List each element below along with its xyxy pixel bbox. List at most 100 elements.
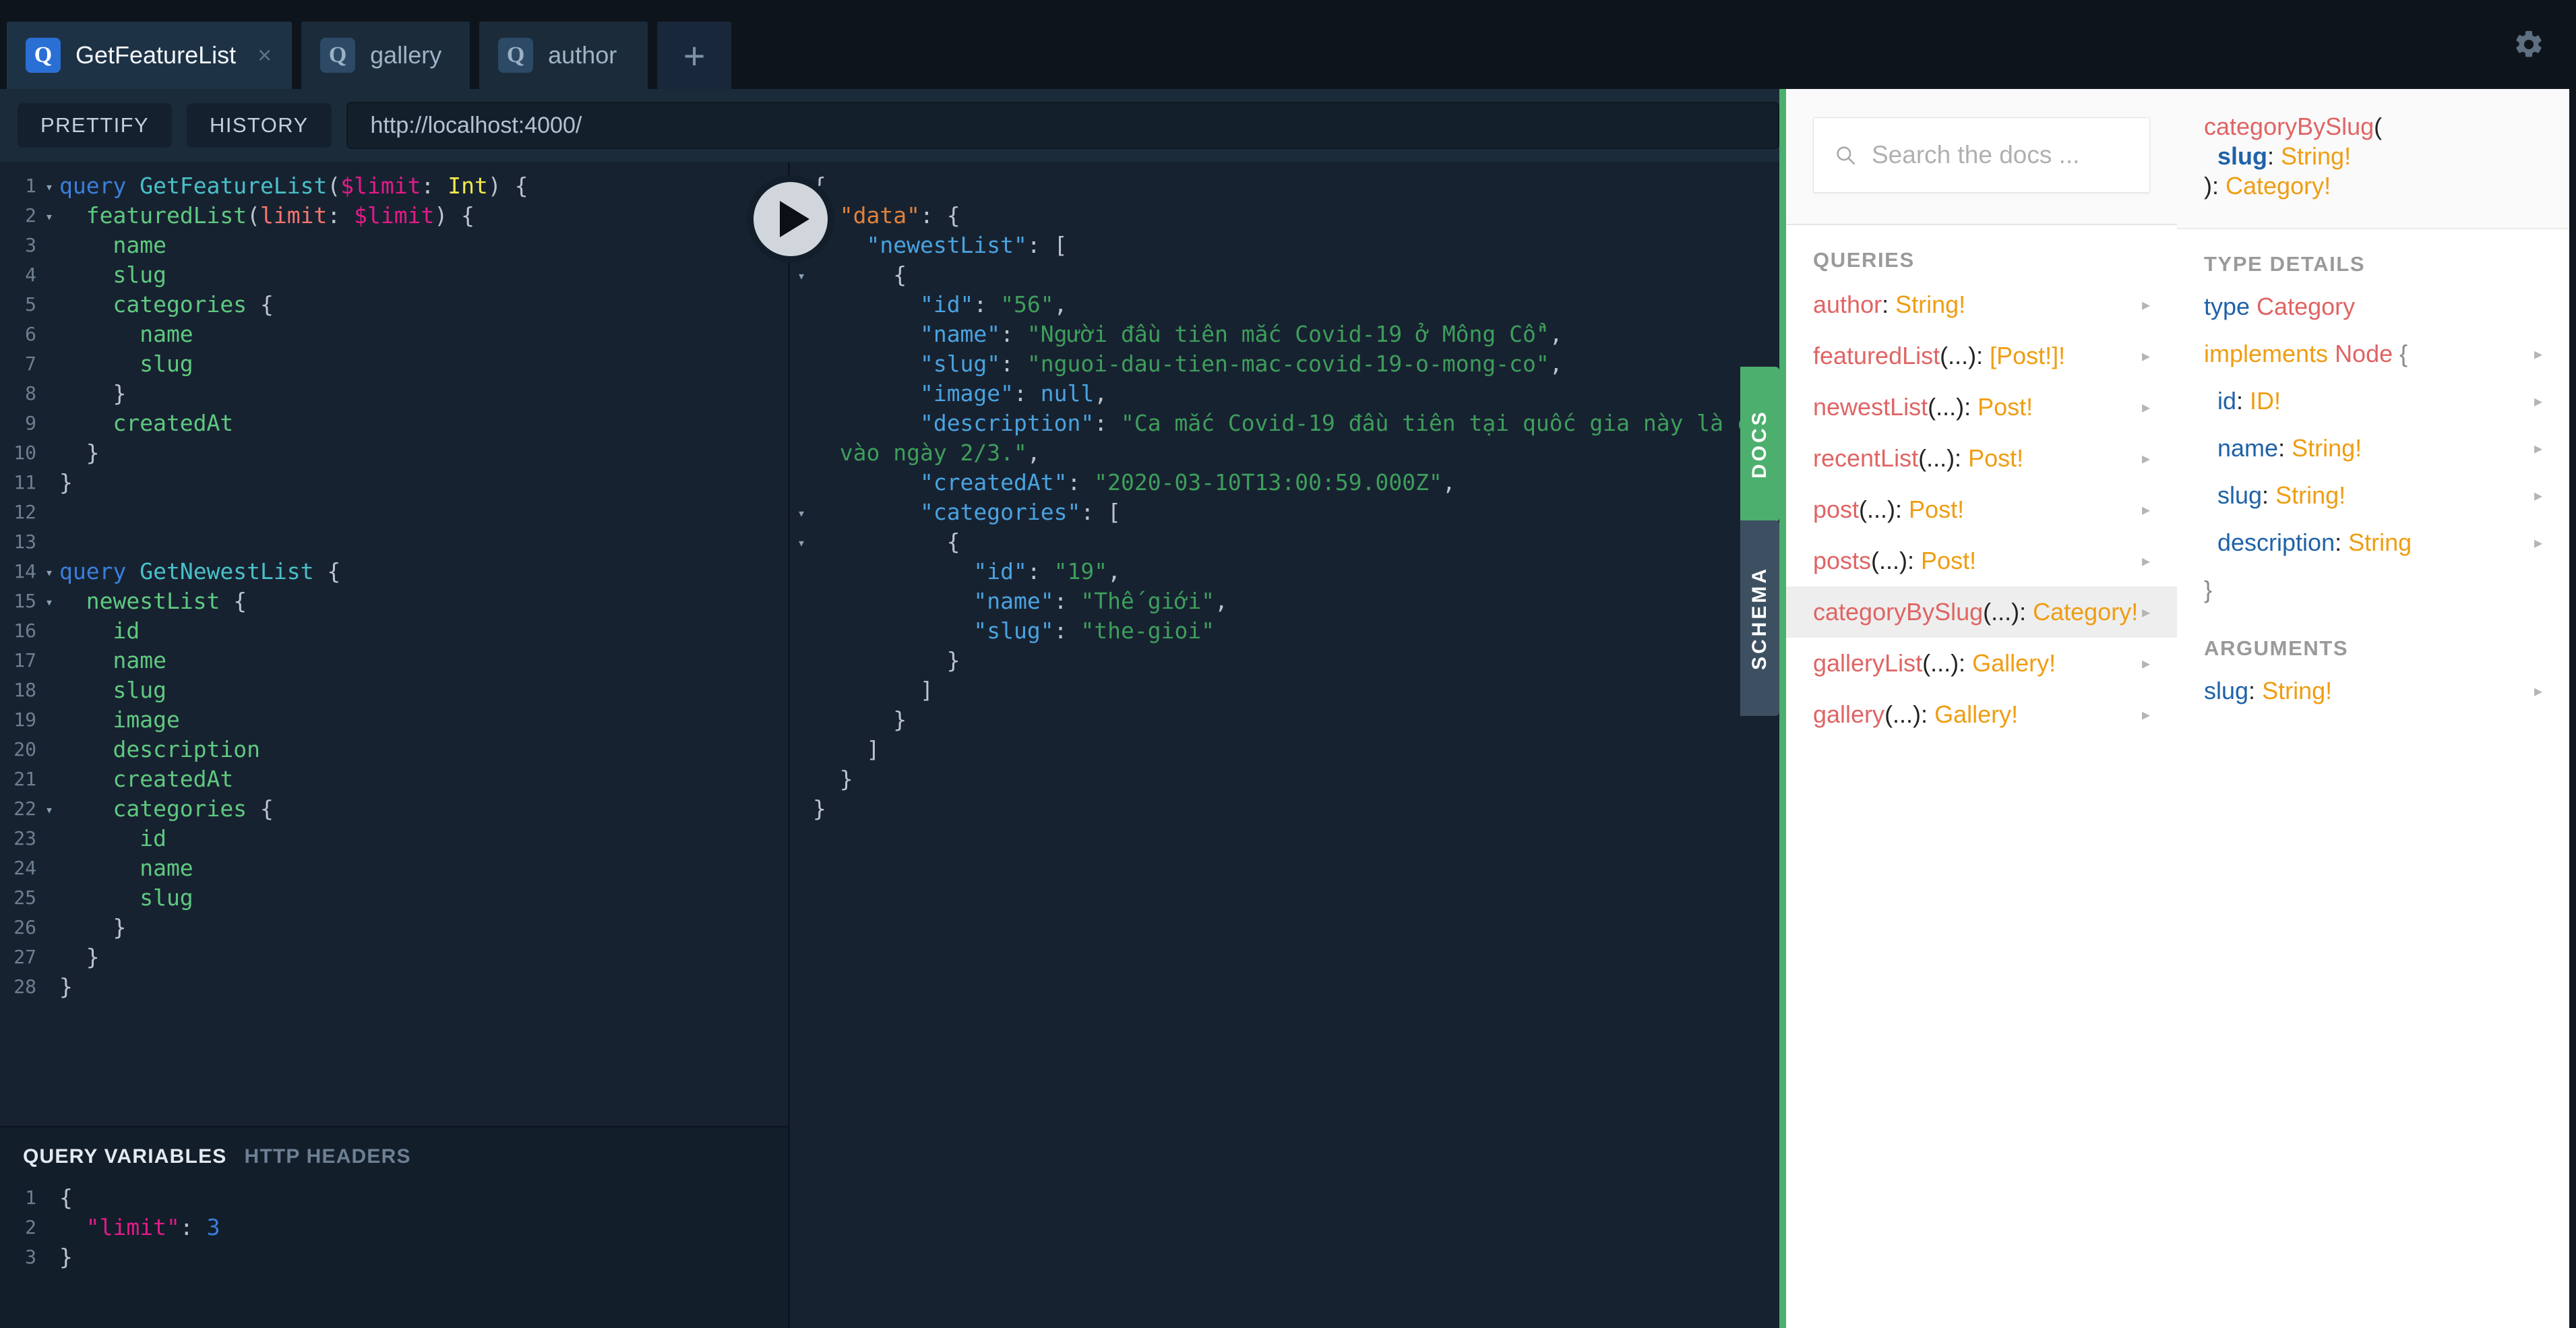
- chevron-right-icon[interactable]: ▸: [2142, 500, 2150, 520]
- fold-toggle-icon[interactable]: ▾: [39, 171, 59, 202]
- code-line: 21 createdAt: [0, 764, 788, 794]
- prettify-button[interactable]: PRETTIFY: [18, 103, 173, 148]
- queries-section-title: QUERIES: [1813, 248, 1915, 272]
- code-token: :: [2248, 677, 2263, 704]
- schema-tab[interactable]: SCHEMA: [1740, 520, 1779, 716]
- code-token: (...):: [1871, 547, 1922, 574]
- code-token: description: [59, 736, 261, 762]
- docs-tab[interactable]: DOCS: [1740, 367, 1779, 522]
- docs-query-item[interactable]: author: String! ▸: [1786, 279, 2177, 330]
- fold-toggle-icon[interactable]: ▾: [39, 201, 59, 232]
- code-token: categories: [59, 291, 247, 318]
- docs-query-item[interactable]: galleryList(...): Gallery! ▸: [1786, 638, 2177, 689]
- tab-getfeaturelist[interactable]: Q GetFeatureList ×: [7, 22, 293, 89]
- code-text: description: [59, 735, 788, 764]
- close-icon[interactable]: ×: [257, 41, 272, 69]
- code-line: 22 ▾ categories {: [0, 794, 788, 824]
- tab-author[interactable]: Qauthor: [479, 22, 648, 89]
- result-viewer[interactable]: ▾{▾ "data": {▾ "newestList": [▾ { "id": …: [790, 162, 1779, 1328]
- docs-query-item[interactable]: recentList(...): Post! ▸: [1786, 433, 2177, 484]
- fold-toggle-icon[interactable]: ▾: [790, 527, 813, 558]
- chevron-right-icon[interactable]: ▸: [2142, 346, 2150, 366]
- variables-editor[interactable]: 1{2 "limit": 3 3}: [0, 1168, 788, 1272]
- fold-toggle-icon[interactable]: ▾: [39, 557, 59, 588]
- code-line: 6 name: [0, 320, 788, 349]
- type-detail-line[interactable]: name: String! ▸: [2177, 425, 2569, 472]
- chevron-right-icon[interactable]: ▸: [2142, 398, 2150, 417]
- code-line: 2 ▾ featuredList(limit: $limit) {: [0, 201, 788, 231]
- docs-query-item[interactable]: featuredList(...): [Post!]! ▸: [1786, 330, 2177, 382]
- type-details-title: TYPE DETAILS: [2204, 252, 2366, 276]
- docs-query-item[interactable]: posts(...): Post! ▸: [1786, 535, 2177, 586]
- code-token: ,: [1053, 291, 1068, 318]
- tab-query-variables[interactable]: QUERY VARIABLES: [23, 1145, 227, 1168]
- docs-search-wrapper: Search the docs ...: [1786, 89, 2177, 225]
- endpoint-url-input[interactable]: http://localhost:4000/: [346, 102, 1779, 149]
- graphql-playground-window: Q GetFeatureList × Qgallery Qauthor + PRETTI…: [0, 0, 2576, 1328]
- type-detail-line[interactable]: id: ID! ▸: [2177, 378, 2569, 425]
- code-token: :: [2262, 481, 2276, 509]
- query-variables-pane: QUERY VARIABLES HTTP HEADERS 1{2 "limit"…: [0, 1126, 788, 1328]
- type-detail-line[interactable]: slug: String! ▸: [2177, 472, 2569, 519]
- code-token: String!: [2292, 434, 2362, 462]
- tab-gallery[interactable]: Qgallery: [301, 22, 470, 89]
- line-number: 20: [13, 738, 36, 760]
- endpoint-url-value: http://localhost:4000/: [370, 112, 582, 138]
- fold-toggle-icon[interactable]: ▾: [39, 794, 59, 825]
- chevron-right-icon[interactable]: ▸: [2142, 449, 2150, 469]
- execute-query-button[interactable]: [747, 175, 834, 263]
- code-token: slug: [2204, 481, 2263, 509]
- code-token: Gallery!: [1972, 649, 2056, 677]
- chevron-right-icon[interactable]: ▸: [2142, 603, 2150, 622]
- code-token: (: [2374, 113, 2383, 140]
- line-number: 27: [13, 946, 36, 968]
- fold-toggle-icon[interactable]: ▾: [39, 586, 59, 617]
- type-detail-line[interactable]: description: String ▸: [2177, 519, 2569, 566]
- docs-search-input[interactable]: Search the docs ...: [1813, 117, 2150, 193]
- type-detail-line[interactable]: implements Node {▸: [2177, 330, 2569, 378]
- docs-query-item[interactable]: post(...): Post! ▸: [1786, 484, 2177, 535]
- code-token: "name": [973, 588, 1054, 614]
- play-icon: [780, 201, 809, 237]
- argument-line[interactable]: slug: String! ▸: [2177, 667, 2569, 715]
- code-token: Post!: [1968, 444, 2024, 472]
- line-number: 22: [13, 797, 36, 820]
- chevron-right-icon[interactable]: ▸: [2142, 654, 2150, 673]
- chevron-right-icon[interactable]: ▸: [2534, 486, 2542, 506]
- chevron-right-icon[interactable]: ▸: [2534, 533, 2542, 553]
- tab-http-headers[interactable]: HTTP HEADERS: [245, 1145, 411, 1168]
- query-editor[interactable]: 1 ▾ query GetFeatureList($limit: Int) {2 ▾ …: [0, 162, 788, 1126]
- chevron-right-icon[interactable]: ▸: [2534, 682, 2542, 701]
- docs-query-signature: categoryBySlug(...): Category!: [1813, 598, 2138, 626]
- settings-gear-button[interactable]: [2513, 28, 2545, 64]
- docs-query-item[interactable]: gallery(...): Gallery! ▸: [1786, 689, 2177, 740]
- fold-toggle-icon[interactable]: ▾: [790, 260, 813, 291]
- code-text: image: [59, 705, 788, 735]
- code-text: name: [59, 646, 788, 675]
- add-tab-button[interactable]: +: [657, 22, 732, 89]
- chevron-right-icon[interactable]: ▸: [2142, 551, 2150, 571]
- docs-query-item[interactable]: categoryBySlug(...): Category! ▸: [1786, 586, 2177, 638]
- docs-query-signature: galleryList(...): Gallery!: [1813, 649, 2056, 677]
- result-line: }: [790, 705, 1779, 735]
- chevron-right-icon[interactable]: ▸: [2142, 705, 2150, 725]
- chevron-right-icon[interactable]: ▸: [2534, 344, 2542, 364]
- result-text: }: [813, 794, 1779, 824]
- code-token: Int: [448, 173, 488, 199]
- history-button[interactable]: HISTORY: [187, 103, 332, 148]
- chevron-right-icon[interactable]: ▸: [2142, 295, 2150, 315]
- code-line: 10 }: [0, 438, 788, 468]
- fold-toggle-icon[interactable]: ▾: [790, 497, 813, 529]
- result-text: ]: [813, 675, 1779, 705]
- code-token: String!: [1895, 291, 1966, 318]
- code-line: 5 categories {: [0, 290, 788, 320]
- docs-query-item[interactable]: newestList(...): Post! ▸: [1786, 382, 2177, 433]
- result-text: vào ngày 2/3.",: [813, 438, 1779, 468]
- chevron-right-icon[interactable]: ▸: [2534, 392, 2542, 411]
- chevron-right-icon[interactable]: ▸: [2534, 439, 2542, 458]
- search-icon: [1837, 146, 1856, 165]
- code-token: id: [2204, 387, 2237, 415]
- plus-icon: +: [683, 34, 706, 77]
